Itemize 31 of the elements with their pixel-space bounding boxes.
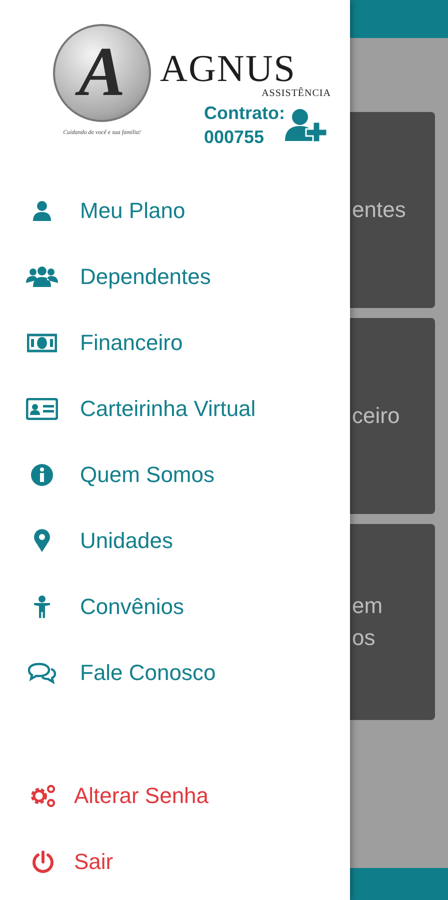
card-label: em: [352, 592, 384, 620]
group-icon: [26, 266, 58, 288]
menu-card[interactable]: em os: [350, 524, 435, 720]
menu-item[interactable]: Meu Plano: [0, 178, 350, 244]
contract-number: 000755: [204, 126, 266, 149]
gears-icon: [29, 784, 57, 808]
menu-item[interactable]: Dependentes: [0, 244, 350, 310]
card-label: ceiro: [352, 402, 401, 430]
menu-item[interactable]: Quem Somos: [0, 442, 350, 508]
person-standing-icon: [33, 595, 51, 619]
menu-item[interactable]: Financeiro: [0, 310, 350, 376]
brand-subtitle: ASSISTÊNCIA: [262, 88, 331, 99]
id-card-icon: [26, 398, 58, 420]
menu-card[interactable]: entes: [350, 112, 435, 308]
menu-item[interactable]: Alterar Senha: [0, 763, 350, 829]
menu-item[interactable]: Unidades: [0, 508, 350, 574]
location-pin-icon: [33, 529, 51, 553]
menu-card[interactable]: ceiro: [350, 318, 435, 514]
brand-name: AGNUS: [160, 50, 296, 88]
info-icon: [30, 463, 54, 487]
banknote-icon: [27, 333, 57, 353]
card-label: os: [352, 624, 376, 652]
menu-item[interactable]: Fale Conosco: [0, 640, 350, 706]
contract-label: Contrato:: [204, 102, 285, 125]
menu-item[interactable]: Sair: [0, 829, 350, 895]
chat-bubbles-icon: [28, 662, 56, 684]
power-icon: [31, 850, 55, 874]
menu-item[interactable]: Carteirinha Virtual: [0, 376, 350, 442]
card-label: entes: [352, 196, 407, 224]
menu-item[interactable]: Convênios: [0, 574, 350, 640]
person-icon: [31, 200, 53, 222]
